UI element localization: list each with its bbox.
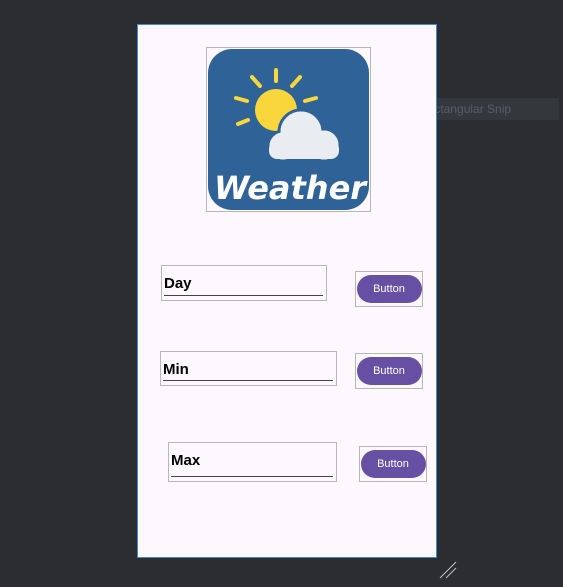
min-field-underline: [163, 380, 333, 381]
logo-wordmark: Weather: [214, 169, 368, 207]
min-field-text: Min: [163, 361, 189, 378]
max-field[interactable]: Max: [168, 442, 337, 482]
max-button-bounds: Button: [359, 446, 427, 482]
max-field-text: Max: [171, 452, 201, 469]
min-button[interactable]: Button: [356, 357, 422, 385]
min-button-bounds: Button: [355, 353, 423, 389]
resize-handle-icon[interactable]: [438, 560, 458, 580]
day-button[interactable]: Button: [356, 275, 422, 303]
weather-logo-image[interactable]: Weather: [206, 47, 371, 212]
min-field[interactable]: Min: [160, 351, 337, 386]
layout-editor-canvas: Rectangular Snip Weather Day Button Min …: [0, 0, 563, 587]
day-button-bounds: Button: [355, 271, 423, 307]
day-field[interactable]: Day: [161, 265, 327, 301]
day-field-underline: [164, 295, 323, 296]
max-field-underline: [171, 476, 333, 477]
weather-app-icon: Weather: [208, 49, 369, 210]
device-screen-preview: Weather Day Button Min Button Max Button: [137, 24, 437, 558]
max-button[interactable]: Button: [360, 450, 426, 478]
day-field-text: Day: [164, 275, 192, 292]
